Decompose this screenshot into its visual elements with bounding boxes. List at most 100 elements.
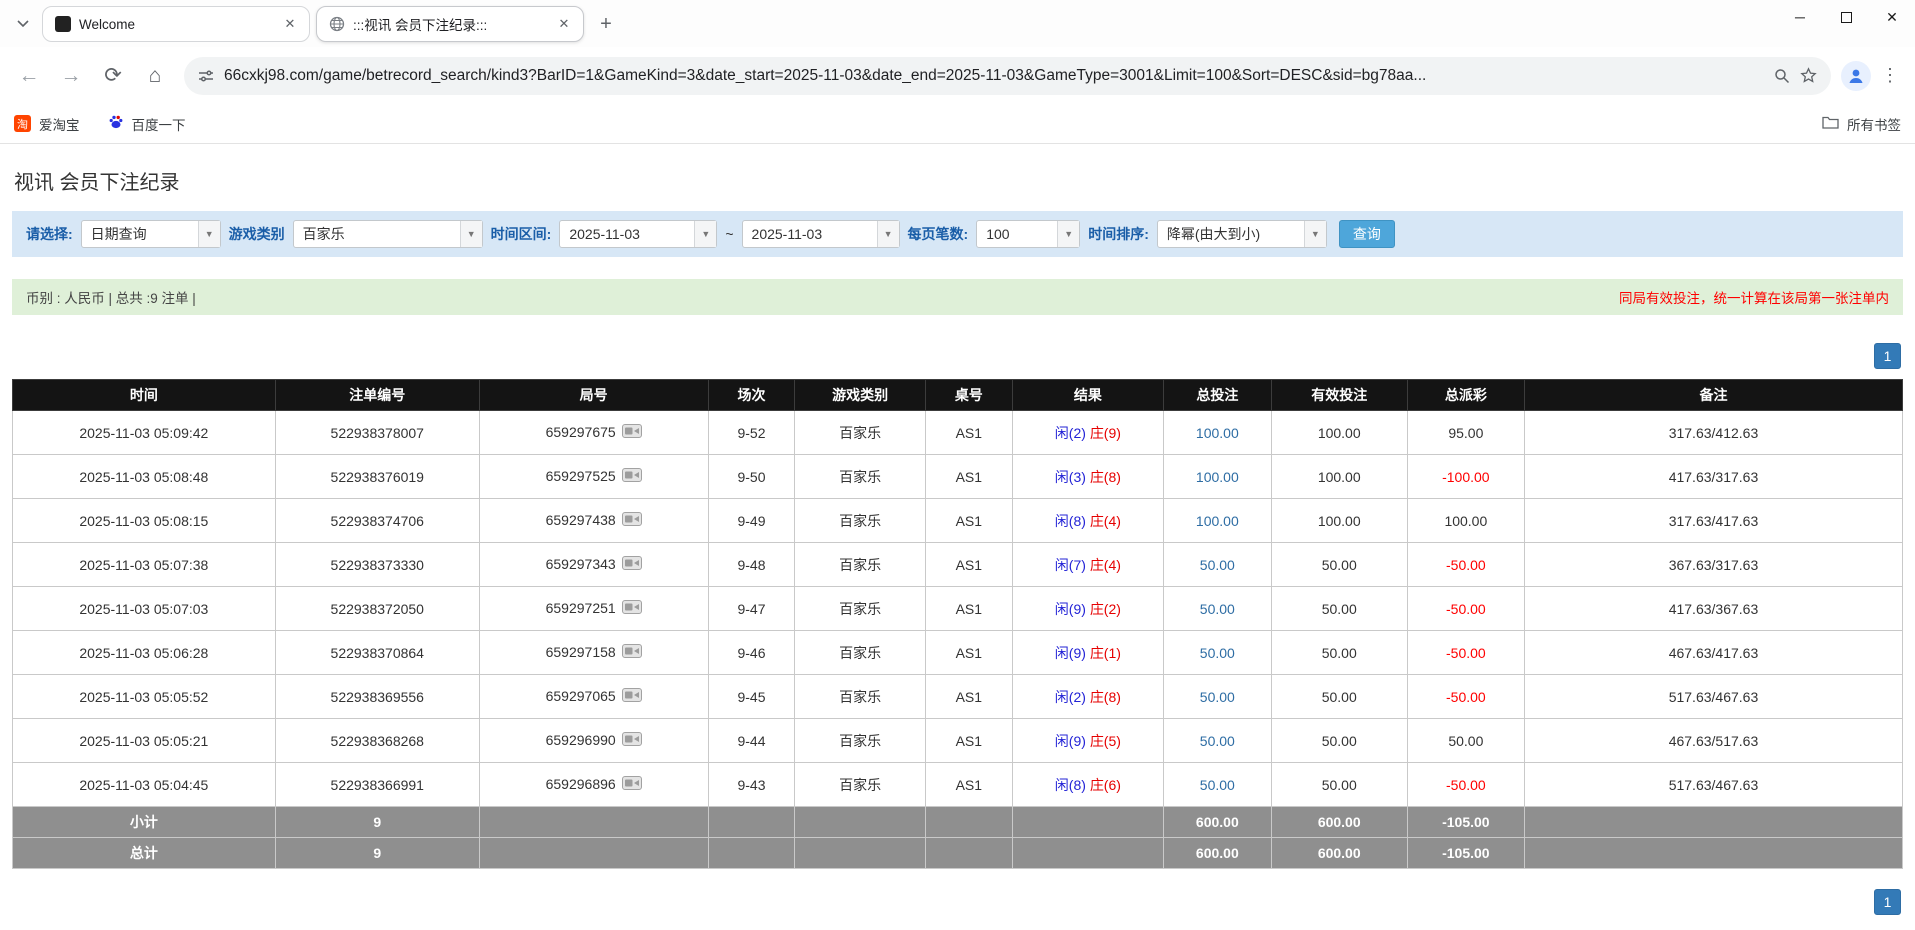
cell-result: 闲(2) 庄(8)	[1011, 674, 1164, 719]
cell-game-type: 百家乐	[794, 762, 926, 807]
empty-cell	[794, 806, 926, 838]
tab-label: Welcome	[79, 16, 136, 32]
cell-table-no: AS1	[924, 762, 1013, 807]
date-end-select[interactable]: 2025-11-03 ▼	[741, 220, 900, 248]
page-1-button[interactable]: 1	[1874, 889, 1901, 915]
cell-payout: -50.00	[1406, 762, 1525, 807]
cell-valid-bet: 100.00	[1270, 454, 1408, 499]
bookmark-star-icon[interactable]	[1800, 67, 1817, 84]
total-bet-link[interactable]: 50.00	[1200, 777, 1235, 793]
total-bet-link[interactable]: 50.00	[1200, 645, 1235, 661]
browser-navbar: ← → ⟳ ⌂ 66cxkj98.com/game/betrecord_sear…	[0, 47, 1915, 104]
total-bet-link[interactable]: 100.00	[1196, 513, 1239, 529]
page-1-button[interactable]: 1	[1874, 343, 1901, 369]
empty-cell	[1011, 806, 1164, 838]
subtotal-total-bet: 600.00	[1162, 806, 1272, 838]
total-bet-link[interactable]: 50.00	[1200, 601, 1235, 617]
cell-session: 9-43	[707, 762, 796, 807]
all-bookmarks[interactable]: 所有书签	[1822, 114, 1901, 134]
cell-game-type: 百家乐	[794, 454, 926, 499]
tab-welcome[interactable]: Welcome ✕	[42, 6, 310, 42]
round-video-icon[interactable]	[621, 776, 642, 793]
bookmark-baidu[interactable]: 百度一下	[108, 114, 186, 134]
round-video-icon[interactable]	[621, 512, 642, 529]
cell-time: 2025-11-03 05:07:03	[12, 586, 276, 631]
cell-table-no: AS1	[924, 410, 1013, 455]
valid-bet-note: 同局有效投注，统一计算在该局第一张注单内	[1619, 291, 1889, 306]
column-header: 总派彩	[1406, 379, 1525, 411]
tab-close-icon[interactable]: ✕	[555, 15, 573, 33]
subtotal-valid-bet: 600.00	[1270, 806, 1408, 838]
address-bar[interactable]: 66cxkj98.com/game/betrecord_search/kind3…	[184, 56, 1831, 95]
sort-value: 降幂(由大到小)	[1166, 226, 1261, 242]
cell-valid-bet: 50.00	[1270, 586, 1408, 631]
chevron-down-icon: ▼	[459, 221, 482, 247]
bet-table-body: 2025-11-03 05:09:42 522938378007 659297675…	[12, 410, 1904, 807]
result-banker: 庄(2)	[1089, 600, 1121, 617]
cell-payout: -50.00	[1406, 586, 1525, 631]
round-video-icon[interactable]	[621, 644, 642, 661]
page-size-label: 每页笔数:	[907, 226, 969, 242]
tab-bet-records[interactable]: :::视讯 会员下注纪录::: ✕	[316, 6, 584, 42]
subtotal-label: 小计	[12, 806, 276, 838]
tab-label: :::视讯 会员下注纪录:::	[353, 18, 488, 33]
game-type-label: 游戏类别	[228, 226, 285, 242]
cell-bet-id: 522938373330	[274, 542, 480, 587]
result-player: 闲(7)	[1054, 556, 1086, 573]
date-start-select[interactable]: 2025-11-03 ▼	[559, 220, 718, 248]
zoom-icon[interactable]	[1774, 68, 1790, 84]
cell-game-type: 百家乐	[794, 498, 926, 543]
reload-icon[interactable]: ⟳	[94, 57, 132, 95]
round-video-icon[interactable]	[621, 688, 642, 705]
cell-round-id: 659297251	[478, 586, 709, 631]
cell-time: 2025-11-03 05:08:48	[12, 454, 276, 499]
sort-select[interactable]: 降幂(由大到小) ▼	[1156, 220, 1327, 248]
site-info-icon[interactable]	[198, 68, 214, 84]
browser-menu-icon[interactable]: ⋮	[1875, 65, 1905, 86]
filter-bar: 请选择: 日期查询 ▼ 游戏类别 百家乐 ▼ 时间区间: 2025-11-03 …	[12, 211, 1903, 257]
total-bet-link[interactable]: 100.00	[1196, 469, 1239, 485]
tab-search-icon[interactable]	[8, 9, 38, 39]
total-bet-link[interactable]: 50.00	[1200, 689, 1235, 705]
round-video-icon[interactable]	[621, 556, 642, 573]
round-video-icon[interactable]	[621, 732, 642, 749]
profile-avatar-icon[interactable]	[1841, 60, 1871, 91]
result-player: 闲(9)	[1054, 732, 1086, 749]
cell-note: 417.63/317.63	[1523, 454, 1904, 499]
cell-time: 2025-11-03 05:04:45	[12, 762, 276, 807]
new-tab-button[interactable]: +	[592, 10, 620, 38]
cell-bet-id: 522938370864	[274, 630, 480, 675]
round-video-icon[interactable]	[621, 424, 642, 441]
cell-game-type: 百家乐	[794, 410, 926, 455]
cell-table-no: AS1	[924, 498, 1013, 543]
home-icon[interactable]: ⌂	[136, 57, 174, 95]
url-text[interactable]: 66cxkj98.com/game/betrecord_search/kind3…	[224, 67, 1764, 85]
total-bet-link[interactable]: 50.00	[1200, 557, 1235, 573]
maximize-button[interactable]	[1823, 0, 1869, 34]
cell-session: 9-52	[707, 410, 796, 455]
minimize-button[interactable]: ─	[1777, 0, 1823, 34]
cell-round-id: 659297525	[478, 454, 709, 499]
forward-icon[interactable]: →	[52, 57, 90, 95]
back-icon[interactable]: ←	[10, 57, 48, 95]
close-button[interactable]: ✕	[1869, 0, 1915, 34]
empty-cell	[478, 837, 709, 869]
game-type-select[interactable]: 百家乐 ▼	[292, 220, 483, 248]
search-button[interactable]: 查询	[1338, 220, 1395, 248]
cell-round-id: 659296990	[478, 718, 709, 763]
page-size-select[interactable]: 100 ▼	[976, 220, 1081, 248]
round-video-icon[interactable]	[621, 600, 642, 617]
result-player: 闲(9)	[1054, 600, 1086, 617]
round-video-icon[interactable]	[621, 468, 642, 485]
cell-total-bet: 50.00	[1162, 630, 1272, 675]
game-type-value: 百家乐	[302, 226, 345, 242]
total-bet-link[interactable]: 50.00	[1200, 733, 1235, 749]
tab-close-icon[interactable]: ✕	[281, 15, 299, 33]
query-mode-select[interactable]: 日期查询 ▼	[80, 220, 221, 248]
cell-note: 467.63/417.63	[1523, 630, 1904, 675]
cell-session: 9-48	[707, 542, 796, 587]
result-player: 闲(9)	[1054, 644, 1086, 661]
cell-round-id: 659297438	[478, 498, 709, 543]
total-bet-link[interactable]: 100.00	[1196, 425, 1239, 441]
bookmark-aitaobao[interactable]: 淘 爱淘宝	[14, 114, 80, 134]
